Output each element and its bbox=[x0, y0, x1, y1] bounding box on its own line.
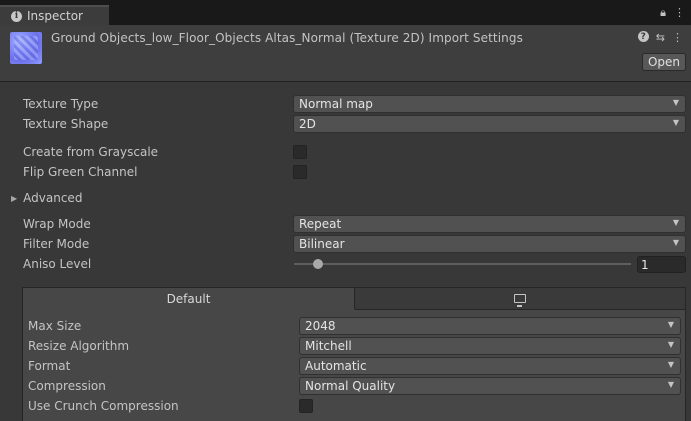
window-tabbar: i Inspector 🔒︎ ⋮ bbox=[0, 0, 691, 25]
chevron-right-icon: ▶ bbox=[11, 193, 18, 203]
use-crunch-compression-checkbox[interactable] bbox=[299, 399, 313, 413]
format-label: Format bbox=[28, 359, 71, 373]
chevron-down-icon: ▼ bbox=[667, 320, 674, 329]
platform-settings-body: Max Size 2048 ▼ Resize Algorithm Mitchel… bbox=[23, 310, 685, 421]
advanced-label: Advanced bbox=[23, 191, 83, 205]
texture-type-dropdown[interactable]: Normal map ▼ bbox=[293, 95, 686, 113]
texture-shape-value: 2D bbox=[299, 117, 316, 131]
max-size-value: 2048 bbox=[305, 319, 336, 333]
compression-value: Normal Quality bbox=[305, 379, 396, 393]
asset-title: Ground Objects_low_Floor_Objects Altas_N… bbox=[51, 31, 523, 45]
filter-mode-value: Bilinear bbox=[299, 237, 345, 251]
texture-type-value: Normal map bbox=[299, 97, 373, 111]
tab-default[interactable]: Default bbox=[23, 288, 355, 310]
create-from-grayscale-label: Create from Grayscale bbox=[23, 145, 159, 159]
use-crunch-compression-label: Use Crunch Compression bbox=[28, 399, 179, 413]
flip-green-channel-label: Flip Green Channel bbox=[23, 165, 138, 179]
wrap-mode-dropdown[interactable]: Repeat ▼ bbox=[293, 215, 686, 233]
flip-green-channel-checkbox[interactable] bbox=[293, 165, 307, 179]
max-size-label: Max Size bbox=[28, 319, 82, 333]
kebab-menu-icon[interactable]: ⋮ bbox=[674, 6, 685, 20]
texture-shape-label: Texture Shape bbox=[23, 117, 109, 131]
compression-dropdown[interactable]: Normal Quality ▼ bbox=[299, 377, 681, 395]
resize-algorithm-value: Mitchell bbox=[305, 339, 352, 353]
filter-mode-dropdown[interactable]: Bilinear ▼ bbox=[293, 235, 686, 253]
help-icon[interactable]: ? bbox=[637, 31, 649, 42]
tab-standalone[interactable] bbox=[355, 288, 685, 310]
inspector-header: Ground Objects_low_Floor_Objects Altas_N… bbox=[0, 25, 691, 82]
chevron-down-icon: ▼ bbox=[667, 360, 674, 369]
aniso-level-slider-track[interactable] bbox=[294, 263, 631, 265]
kebab-menu-icon[interactable]: ⋮ bbox=[672, 31, 683, 44]
platform-settings-panel: Default Max Size 2048 ▼ Resize Algorithm… bbox=[22, 287, 686, 421]
tabbar-icons: 🔒︎ ⋮ bbox=[660, 6, 685, 20]
aniso-level-label: Aniso Level bbox=[23, 257, 92, 271]
wrap-mode-label: Wrap Mode bbox=[23, 217, 91, 231]
create-from-grayscale-checkbox[interactable] bbox=[293, 145, 307, 159]
open-button[interactable]: Open bbox=[642, 53, 686, 71]
resize-algorithm-dropdown[interactable]: Mitchell ▼ bbox=[299, 337, 681, 355]
compression-label: Compression bbox=[28, 379, 106, 393]
aniso-level-input[interactable]: 1 bbox=[637, 256, 686, 273]
format-dropdown[interactable]: Automatic ▼ bbox=[299, 357, 681, 375]
texture-type-label: Texture Type bbox=[23, 97, 99, 111]
max-size-dropdown[interactable]: 2048 ▼ bbox=[299, 317, 681, 335]
wrap-mode-value: Repeat bbox=[299, 217, 342, 231]
chevron-down-icon: ▼ bbox=[667, 380, 674, 389]
info-icon: i bbox=[11, 10, 22, 22]
chevron-down-icon: ▼ bbox=[672, 218, 679, 227]
format-value: Automatic bbox=[305, 359, 367, 373]
preset-settings-icon[interactable]: ⇆ bbox=[656, 31, 665, 44]
texture-thumbnail bbox=[10, 32, 42, 64]
lock-icon[interactable]: 🔒︎ bbox=[660, 6, 666, 20]
header-icons: ? ⇆ ⋮ bbox=[637, 31, 683, 44]
texture-shape-dropdown[interactable]: 2D ▼ bbox=[293, 115, 686, 133]
chevron-down-icon: ▼ bbox=[672, 238, 679, 247]
advanced-foldout[interactable]: ▶ Advanced bbox=[11, 191, 82, 205]
filter-mode-label: Filter Mode bbox=[23, 237, 90, 251]
aniso-level-slider-thumb[interactable] bbox=[312, 259, 323, 269]
tab-inspector[interactable]: i Inspector bbox=[0, 5, 109, 25]
tab-inspector-label: Inspector bbox=[27, 9, 83, 23]
monitor-icon bbox=[514, 294, 526, 307]
chevron-down-icon: ▼ bbox=[672, 118, 679, 127]
resize-algorithm-label: Resize Algorithm bbox=[28, 339, 130, 353]
chevron-down-icon: ▼ bbox=[667, 340, 674, 349]
chevron-down-icon: ▼ bbox=[672, 98, 679, 107]
